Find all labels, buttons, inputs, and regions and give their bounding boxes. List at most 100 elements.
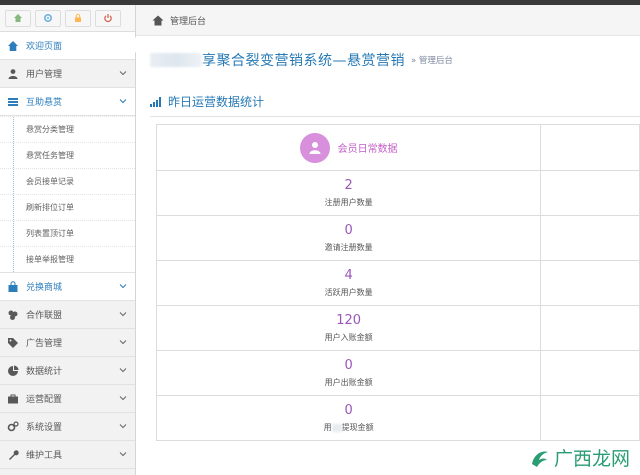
stat-value: 0: [344, 223, 353, 238]
stat-value: 0: [344, 403, 353, 418]
table-cell: [540, 350, 640, 396]
list-icon: [0, 96, 26, 108]
sidebar-item-label: 互助悬赏: [26, 98, 63, 108]
redacted-text: [331, 423, 342, 432]
table-cell: 0 邀请注册数量: [155, 215, 542, 261]
table-cell: [540, 260, 640, 306]
page-subcrumb: » 管理后台: [411, 56, 453, 66]
table-cell: 2 注册用户数量: [155, 170, 542, 216]
section-divider: [150, 116, 640, 117]
briefcase-icon: [0, 393, 26, 405]
table-row: 2 注册用户数量: [155, 170, 640, 216]
stat-value: 4: [344, 268, 353, 283]
wrench-icon: [0, 449, 26, 461]
shortcut-home-button[interactable]: [5, 9, 31, 27]
submenu-item-pin-orders[interactable]: 列表置顶订单: [0, 220, 135, 246]
stat-label: 邀请注册数量: [324, 243, 373, 252]
table-cell: 4 活跃用户数量: [155, 260, 542, 306]
table-cell: 会员日常数据: [155, 124, 542, 171]
shortcut-lock-button[interactable]: [65, 9, 91, 27]
home-icon: [0, 40, 26, 52]
signal-bars-icon: [150, 96, 161, 107]
chevron-down-icon: [119, 368, 127, 373]
sidebar-item-label: 系统设置: [26, 423, 63, 433]
redacted-text: [150, 53, 202, 67]
section-title: 昨日运营数据统计: [168, 95, 265, 109]
table-cell: 0 用户出账金额: [155, 350, 542, 396]
stat-value: 2: [344, 178, 353, 193]
chevron-down-icon: [119, 71, 127, 76]
sidebar-item-alliance[interactable]: 合作联盟: [0, 301, 135, 329]
lock-icon: [75, 13, 81, 22]
power-icon: [104, 14, 112, 23]
table-cell: [540, 305, 640, 351]
stat-item: 2 注册用户数量: [157, 171, 540, 215]
sidebar-item-ops-config[interactable]: 运营配置: [0, 385, 135, 413]
table-row: 会员日常数据: [155, 124, 640, 171]
sidebar-item-label: 运营配置: [26, 395, 63, 405]
sidebar-item-label: 数据统计: [26, 367, 63, 377]
stat-label: 用提现金额: [324, 422, 374, 433]
page-title: 享聚合裂变营销系统—悬赏营销: [202, 53, 405, 69]
sidebar-item-stats[interactable]: 数据统计: [0, 357, 135, 385]
home-icon: [152, 15, 164, 25]
table-cell: [540, 395, 640, 441]
tag-icon: [0, 337, 26, 349]
chevron-down-icon: [119, 424, 127, 429]
stat-label: 注册用户数量: [324, 198, 373, 207]
shortcut-bar: [0, 5, 135, 32]
chevron-down-icon: [119, 340, 127, 345]
sidebar-item-system-settings[interactable]: 系统设置: [0, 413, 135, 441]
sidebar-item-bounty[interactable]: 互助悬赏: [0, 88, 135, 116]
pie-chart-icon: [0, 365, 26, 377]
stat-item: 0 用户出账金额: [157, 351, 540, 395]
chevron-down-icon: [119, 99, 127, 104]
stat-label-prefix: 用: [323, 423, 332, 432]
sidebar-item-users[interactable]: 用户管理: [0, 60, 135, 88]
section-header: 昨日运营数据统计: [150, 93, 264, 110]
submenu-item-refresh-orders[interactable]: 刷新排位订单: [0, 194, 135, 220]
table-cell: [540, 215, 640, 261]
watermark: 广西龙网: [528, 444, 630, 471]
sidebar-item-label: 欢迎页面: [26, 42, 63, 52]
page-header: 享聚合裂变营销系统—悬赏营销 » 管理后台: [150, 45, 630, 75]
dragon-logo-icon: [531, 451, 548, 467]
stat-value: 120: [336, 313, 362, 328]
sidebar-item-label: 合作联盟: [26, 311, 63, 321]
stat-item: 120 用户入账金额: [157, 306, 540, 350]
sidebar-item-label: 广告管理: [26, 339, 63, 349]
watermark-text: 广西龙网: [553, 448, 630, 470]
cogs-icon: [0, 420, 26, 433]
stats-table: 会员日常数据 2 注册用户数量 0 邀请注册数量 4 活跃用户数量 120 用户…: [155, 124, 640, 441]
sidebar-item-label: 用户管理: [26, 70, 63, 80]
shortcut-settings-button[interactable]: [35, 9, 61, 27]
home-icon: [14, 14, 22, 22]
submenu-item-bounty-categories[interactable]: 悬赏分类管理: [0, 116, 135, 142]
table-row: 0 邀请注册数量: [155, 215, 640, 261]
stat-label-suffix: 提现金额: [341, 423, 374, 432]
sidebar-item-welcome[interactable]: 欢迎页面: [0, 32, 136, 60]
submenu-item-bounty-tasks[interactable]: 悬赏任务管理: [0, 142, 135, 168]
sidebar-item-label: 维护工具: [26, 451, 63, 461]
sidebar-item-maintenance[interactable]: 维护工具: [0, 441, 135, 469]
coins-icon: [0, 309, 26, 321]
table-cell: 0 用提现金额: [155, 395, 542, 441]
sidebar-item-mall[interactable]: 兑换商城: [0, 273, 135, 301]
stat-value: 0: [344, 358, 353, 373]
submenu-item-order-records[interactable]: 会员接单记录: [0, 168, 135, 194]
chevron-down-icon: [119, 312, 127, 317]
table-row: 120 用户入账金额: [155, 305, 640, 351]
sidebar-item-ads[interactable]: 广告管理: [0, 329, 135, 357]
gear-icon: [43, 13, 53, 23]
table-row: 4 活跃用户数量: [155, 260, 640, 306]
submenu-item-reports[interactable]: 接单举报管理: [0, 246, 135, 272]
stat-item: 4 活跃用户数量: [157, 261, 540, 305]
stat-item: 0 用提现金额: [157, 396, 540, 440]
breadcrumb: 管理后台: [136, 5, 640, 36]
table-cell: [540, 124, 640, 171]
shortcut-power-button[interactable]: [95, 9, 121, 27]
chevron-down-icon: [119, 396, 127, 401]
breadcrumb-link[interactable]: 管理后台: [170, 14, 206, 27]
bounty-submenu: 悬赏分类管理 悬赏任务管理 会员接单记录 刷新排位订单 列表置顶订单 接单举报管…: [0, 116, 135, 273]
sidebar: 欢迎页面 用户管理 互助悬赏 悬赏分类管理 悬赏任务管理 会员接单记录 刷新排位…: [0, 5, 136, 475]
